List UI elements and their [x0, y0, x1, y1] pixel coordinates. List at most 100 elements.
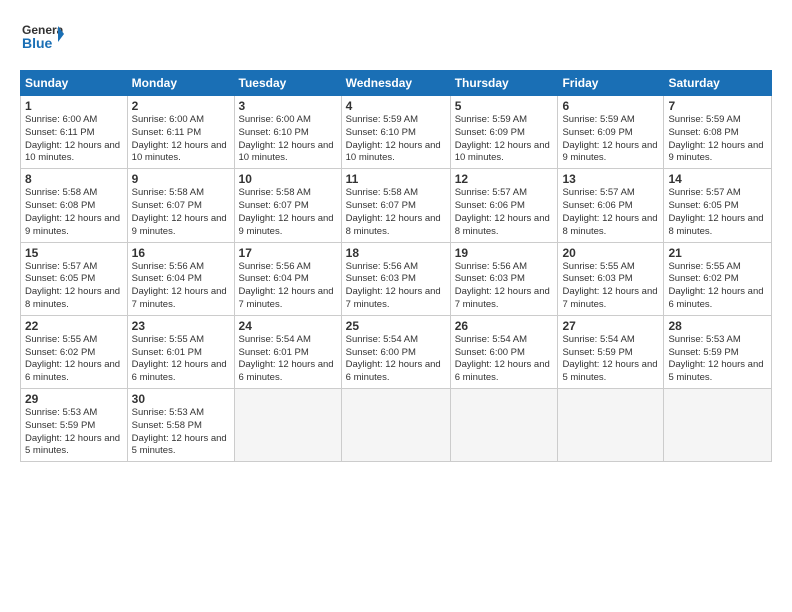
calendar-cell: 18Sunrise: 5:56 AMSunset: 6:03 PMDayligh… [341, 242, 450, 315]
logo: General Blue [20, 16, 64, 60]
day-number: 13 [562, 172, 659, 186]
calendar-cell: 19Sunrise: 5:56 AMSunset: 6:03 PMDayligh… [450, 242, 558, 315]
calendar-cell: 7Sunrise: 5:59 AMSunset: 6:08 PMDaylight… [664, 96, 772, 169]
day-info: Sunrise: 5:57 AMSunset: 6:06 PMDaylight:… [562, 187, 659, 238]
calendar-cell: 6Sunrise: 5:59 AMSunset: 6:09 PMDaylight… [558, 96, 664, 169]
day-number: 15 [25, 246, 123, 260]
calendar-cell: 9Sunrise: 5:58 AMSunset: 6:07 PMDaylight… [127, 169, 234, 242]
day-info: Sunrise: 5:57 AMSunset: 6:05 PMDaylight:… [668, 187, 767, 238]
header: General Blue [20, 16, 772, 60]
day-info: Sunrise: 5:59 AMSunset: 6:09 PMDaylight:… [562, 114, 659, 165]
day-info: Sunrise: 5:58 AMSunset: 6:07 PMDaylight:… [239, 187, 337, 238]
col-header-sunday: Sunday [21, 71, 128, 96]
day-info: Sunrise: 5:56 AMSunset: 6:04 PMDaylight:… [132, 261, 230, 312]
calendar-cell: 20Sunrise: 5:55 AMSunset: 6:03 PMDayligh… [558, 242, 664, 315]
day-info: Sunrise: 5:58 AMSunset: 6:08 PMDaylight:… [25, 187, 123, 238]
calendar-cell [664, 389, 772, 462]
calendar-cell: 2Sunrise: 6:00 AMSunset: 6:11 PMDaylight… [127, 96, 234, 169]
day-number: 23 [132, 319, 230, 333]
logo-svg: General Blue [20, 16, 64, 60]
day-number: 22 [25, 319, 123, 333]
week-row-2: 8Sunrise: 5:58 AMSunset: 6:08 PMDaylight… [21, 169, 772, 242]
calendar-cell [558, 389, 664, 462]
calendar-cell: 13Sunrise: 5:57 AMSunset: 6:06 PMDayligh… [558, 169, 664, 242]
page: General Blue SundayMondayTuesdayWednesda… [0, 0, 792, 612]
day-number: 30 [132, 392, 230, 406]
header-row: SundayMondayTuesdayWednesdayThursdayFrid… [21, 71, 772, 96]
calendar-cell: 29Sunrise: 5:53 AMSunset: 5:59 PMDayligh… [21, 389, 128, 462]
week-row-3: 15Sunrise: 5:57 AMSunset: 6:05 PMDayligh… [21, 242, 772, 315]
day-number: 2 [132, 99, 230, 113]
calendar-cell: 26Sunrise: 5:54 AMSunset: 6:00 PMDayligh… [450, 315, 558, 388]
day-number: 11 [346, 172, 446, 186]
calendar-cell: 12Sunrise: 5:57 AMSunset: 6:06 PMDayligh… [450, 169, 558, 242]
calendar-cell: 15Sunrise: 5:57 AMSunset: 6:05 PMDayligh… [21, 242, 128, 315]
calendar-cell: 24Sunrise: 5:54 AMSunset: 6:01 PMDayligh… [234, 315, 341, 388]
calendar-cell [234, 389, 341, 462]
day-number: 6 [562, 99, 659, 113]
calendar-cell: 17Sunrise: 5:56 AMSunset: 6:04 PMDayligh… [234, 242, 341, 315]
day-number: 24 [239, 319, 337, 333]
calendar-cell: 30Sunrise: 5:53 AMSunset: 5:58 PMDayligh… [127, 389, 234, 462]
day-number: 26 [455, 319, 554, 333]
calendar-cell: 22Sunrise: 5:55 AMSunset: 6:02 PMDayligh… [21, 315, 128, 388]
day-info: Sunrise: 5:59 AMSunset: 6:09 PMDaylight:… [455, 114, 554, 165]
day-number: 14 [668, 172, 767, 186]
calendar-cell: 3Sunrise: 6:00 AMSunset: 6:10 PMDaylight… [234, 96, 341, 169]
col-header-thursday: Thursday [450, 71, 558, 96]
calendar-cell: 14Sunrise: 5:57 AMSunset: 6:05 PMDayligh… [664, 169, 772, 242]
day-info: Sunrise: 5:58 AMSunset: 6:07 PMDaylight:… [132, 187, 230, 238]
col-header-friday: Friday [558, 71, 664, 96]
calendar-cell: 21Sunrise: 5:55 AMSunset: 6:02 PMDayligh… [664, 242, 772, 315]
day-info: Sunrise: 5:53 AMSunset: 5:59 PMDaylight:… [25, 407, 123, 458]
calendar-cell: 25Sunrise: 5:54 AMSunset: 6:00 PMDayligh… [341, 315, 450, 388]
calendar-cell: 8Sunrise: 5:58 AMSunset: 6:08 PMDaylight… [21, 169, 128, 242]
day-info: Sunrise: 5:55 AMSunset: 6:02 PMDaylight:… [25, 334, 123, 385]
calendar-cell [450, 389, 558, 462]
calendar-cell: 5Sunrise: 5:59 AMSunset: 6:09 PMDaylight… [450, 96, 558, 169]
day-info: Sunrise: 5:57 AMSunset: 6:06 PMDaylight:… [455, 187, 554, 238]
day-number: 7 [668, 99, 767, 113]
col-header-monday: Monday [127, 71, 234, 96]
calendar-table: SundayMondayTuesdayWednesdayThursdayFrid… [20, 70, 772, 462]
svg-text:Blue: Blue [22, 35, 53, 51]
day-number: 12 [455, 172, 554, 186]
day-info: Sunrise: 5:58 AMSunset: 6:07 PMDaylight:… [346, 187, 446, 238]
day-info: Sunrise: 5:55 AMSunset: 6:01 PMDaylight:… [132, 334, 230, 385]
day-number: 20 [562, 246, 659, 260]
day-number: 18 [346, 246, 446, 260]
day-number: 10 [239, 172, 337, 186]
day-info: Sunrise: 5:54 AMSunset: 5:59 PMDaylight:… [562, 334, 659, 385]
day-number: 5 [455, 99, 554, 113]
day-number: 27 [562, 319, 659, 333]
day-info: Sunrise: 5:53 AMSunset: 5:59 PMDaylight:… [668, 334, 767, 385]
calendar-cell [341, 389, 450, 462]
calendar-cell: 16Sunrise: 5:56 AMSunset: 6:04 PMDayligh… [127, 242, 234, 315]
day-number: 9 [132, 172, 230, 186]
day-info: Sunrise: 5:54 AMSunset: 6:00 PMDaylight:… [455, 334, 554, 385]
day-info: Sunrise: 6:00 AMSunset: 6:10 PMDaylight:… [239, 114, 337, 165]
week-row-5: 29Sunrise: 5:53 AMSunset: 5:59 PMDayligh… [21, 389, 772, 462]
day-info: Sunrise: 6:00 AMSunset: 6:11 PMDaylight:… [25, 114, 123, 165]
calendar-cell: 23Sunrise: 5:55 AMSunset: 6:01 PMDayligh… [127, 315, 234, 388]
day-info: Sunrise: 5:59 AMSunset: 6:08 PMDaylight:… [668, 114, 767, 165]
day-number: 17 [239, 246, 337, 260]
col-header-saturday: Saturday [664, 71, 772, 96]
day-info: Sunrise: 5:53 AMSunset: 5:58 PMDaylight:… [132, 407, 230, 458]
col-header-tuesday: Tuesday [234, 71, 341, 96]
week-row-4: 22Sunrise: 5:55 AMSunset: 6:02 PMDayligh… [21, 315, 772, 388]
week-row-1: 1Sunrise: 6:00 AMSunset: 6:11 PMDaylight… [21, 96, 772, 169]
day-number: 8 [25, 172, 123, 186]
day-number: 1 [25, 99, 123, 113]
day-info: Sunrise: 5:55 AMSunset: 6:03 PMDaylight:… [562, 261, 659, 312]
day-info: Sunrise: 5:59 AMSunset: 6:10 PMDaylight:… [346, 114, 446, 165]
day-info: Sunrise: 5:56 AMSunset: 6:03 PMDaylight:… [455, 261, 554, 312]
calendar-cell: 28Sunrise: 5:53 AMSunset: 5:59 PMDayligh… [664, 315, 772, 388]
calendar-cell: 11Sunrise: 5:58 AMSunset: 6:07 PMDayligh… [341, 169, 450, 242]
day-info: Sunrise: 5:54 AMSunset: 6:01 PMDaylight:… [239, 334, 337, 385]
day-number: 25 [346, 319, 446, 333]
calendar-cell: 1Sunrise: 6:00 AMSunset: 6:11 PMDaylight… [21, 96, 128, 169]
calendar-cell: 10Sunrise: 5:58 AMSunset: 6:07 PMDayligh… [234, 169, 341, 242]
col-header-wednesday: Wednesday [341, 71, 450, 96]
calendar-cell: 4Sunrise: 5:59 AMSunset: 6:10 PMDaylight… [341, 96, 450, 169]
